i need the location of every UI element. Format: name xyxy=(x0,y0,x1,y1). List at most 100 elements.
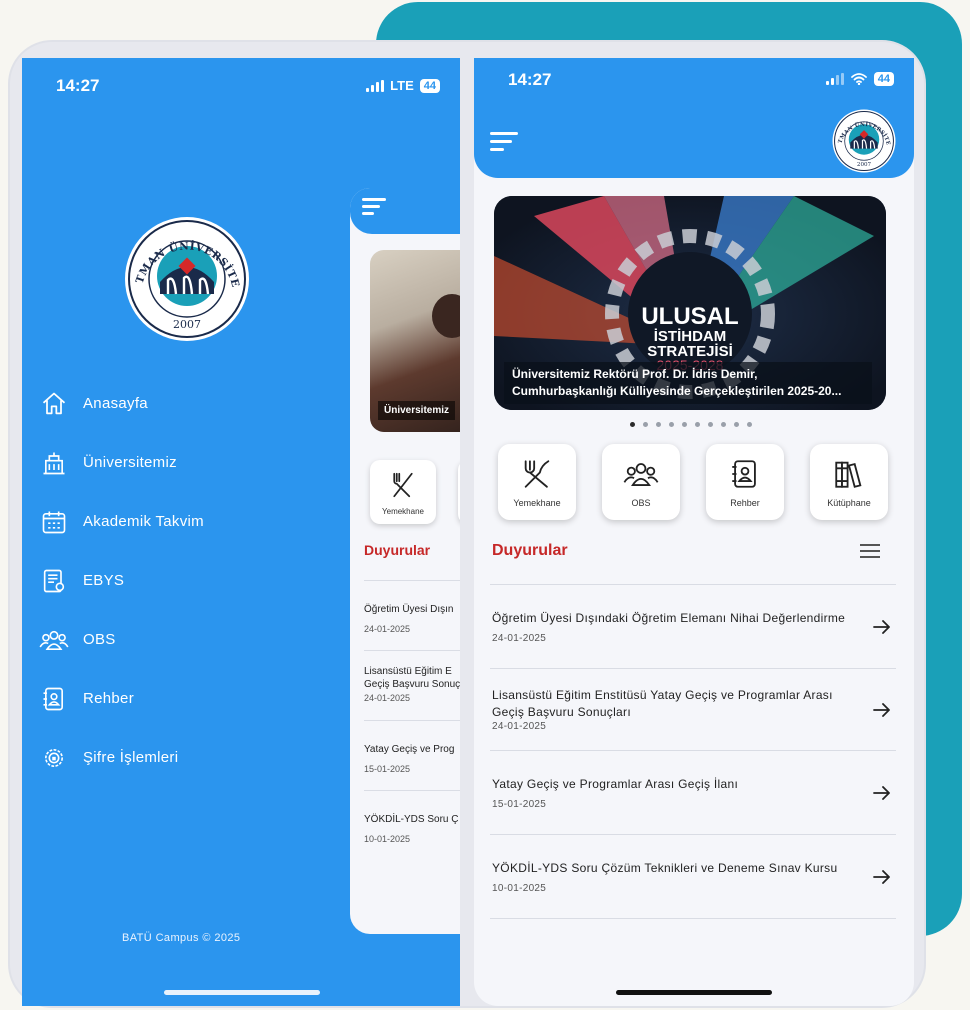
list-item-title: YÖKDİL-YDS Soru Ç xyxy=(364,814,459,825)
carousel-dot[interactable] xyxy=(708,422,713,427)
list-item[interactable]: Öğretim Üyesi Dışındaki Öğretim Elemanı … xyxy=(490,584,896,668)
home-indicator[interactable] xyxy=(164,990,320,995)
background-banner: Üniversitemiz xyxy=(370,250,460,432)
quick-link-rehber[interactable]: Rehber xyxy=(706,444,784,520)
quick-link-yemekhane[interactable]: Yemekhane xyxy=(498,444,576,520)
quick-link-label: OBS xyxy=(631,498,651,508)
drawer-item-label: EBYS xyxy=(83,572,125,589)
list-item-date: 15-01-2025 xyxy=(364,764,411,774)
arrow-right-icon[interactable] xyxy=(872,700,892,720)
background-tile xyxy=(458,460,460,524)
contacts-icon xyxy=(38,683,70,715)
left-phone-screen: 14:27 LTE 44 Üniversitemiz Yemekhane Duy… xyxy=(22,58,460,1006)
announcement-date: 24-01-2025 xyxy=(492,721,547,732)
list-item: YÖKDİL-YDS Soru Ç 10-01-2025 xyxy=(364,790,460,860)
list-item[interactable]: YÖKDİL-YDS Soru Çözüm Teknikleri ve Dene… xyxy=(490,834,896,918)
home-indicator[interactable] xyxy=(616,990,772,995)
announcement-title: Yatay Geçiş ve Programlar Arası Geçiş İl… xyxy=(492,776,739,791)
list-item[interactable]: Yatay Geçiş ve Programlar Arası Geçiş İl… xyxy=(490,750,896,834)
drawer-item-anasayfa[interactable]: Anasayfa xyxy=(38,374,204,433)
home-icon xyxy=(38,388,70,420)
quick-link-label: Kütüphane xyxy=(827,498,871,508)
drawer-item-sifre-islemleri[interactable]: Şifre İşlemleri xyxy=(38,728,204,787)
drawer-item-label: Rehber xyxy=(83,690,134,707)
carousel-dot[interactable] xyxy=(734,422,739,427)
university-logo[interactable]: BATMAN ÜNİVERSİTESİ 2007 xyxy=(832,109,896,173)
status-bar-right: 44 xyxy=(825,72,894,86)
background-banner-caption: Üniversitemiz xyxy=(378,401,456,420)
background-announcement-list: Öğretim Üyesi Dışın 24-01-2025 Lisansüst… xyxy=(364,580,460,860)
background-tile-label: Yemekhane xyxy=(382,507,424,516)
quick-link-kutuphane[interactable]: Kütüphane xyxy=(810,444,888,520)
quick-link-label: Rehber xyxy=(730,498,760,508)
arrow-right-icon[interactable] xyxy=(872,867,892,887)
carousel-dot[interactable] xyxy=(747,422,752,427)
menu-button[interactable] xyxy=(490,132,518,156)
contacts-icon xyxy=(732,460,756,488)
calendar-icon xyxy=(38,506,70,538)
background-page-header xyxy=(350,188,460,234)
svg-text:2007: 2007 xyxy=(857,162,872,168)
carousel-dot[interactable] xyxy=(682,422,687,427)
arrow-right-icon[interactable] xyxy=(872,617,892,637)
list-item: Lisansüstü Eğitim E Geçiş Başvuru Sonuç … xyxy=(364,650,460,720)
carousel-dot[interactable] xyxy=(656,422,661,427)
right-phone-screen: 14:27 44 BATMAN ÜNİVERSİTESİ xyxy=(474,58,914,1006)
drawer-menu: Anasayfa Üniversitemiz Akademik Takvim E… xyxy=(38,374,204,787)
carousel-dot[interactable] xyxy=(630,422,635,427)
carousel-dot[interactable] xyxy=(669,422,674,427)
books-icon xyxy=(835,461,862,488)
gear-icon xyxy=(38,742,70,774)
svg-text:2007: 2007 xyxy=(173,318,201,331)
background-tile-yemekhane: Yemekhane xyxy=(370,460,436,524)
drawer-item-label: Anasayfa xyxy=(83,395,148,412)
document-icon xyxy=(38,565,70,597)
quick-link-label: Yemekhane xyxy=(513,498,561,508)
menu-icon xyxy=(362,198,386,219)
battery-icon: 44 xyxy=(419,78,440,93)
drawer-item-rehber[interactable]: Rehber xyxy=(38,669,204,728)
battery-icon: 44 xyxy=(873,72,894,86)
arrow-right-icon[interactable] xyxy=(872,783,892,803)
drawer-item-label: OBS xyxy=(83,631,116,648)
drawer-item-obs[interactable]: OBS xyxy=(38,610,204,669)
list-item: Yatay Geçiş ve Prog 15-01-2025 xyxy=(364,720,460,790)
signal-icon xyxy=(825,73,844,85)
quick-links: Yemekhane OBS Rehber Kütüphane xyxy=(498,444,888,520)
drawer-item-universitemiz[interactable]: Üniversitemiz xyxy=(38,433,204,492)
wifi-icon xyxy=(850,73,867,85)
announcement-list: Öğretim Üyesi Dışındaki Öğretim Elemanı … xyxy=(490,584,896,919)
drawer-item-label: Şifre İşlemleri xyxy=(83,749,179,766)
announcement-date: 24-01-2025 xyxy=(492,632,547,644)
carousel-dot[interactable] xyxy=(643,422,648,427)
drawer-item-ebys[interactable]: EBYS xyxy=(38,551,204,610)
news-banner[interactable]: ULUSAL İSTİHDAM STRATEJİSİ 2025-2028 Üni… xyxy=(494,196,886,410)
list-item-date: 24-01-2025 xyxy=(364,693,411,703)
background-section-title: Duyurular xyxy=(364,542,431,558)
fork-knife-icon xyxy=(524,460,550,488)
status-bar-right: LTE 44 xyxy=(366,78,440,93)
announcement-date: 15-01-2025 xyxy=(492,798,547,810)
list-divider xyxy=(490,918,896,919)
drawer-item-label: Üniversitemiz xyxy=(83,454,177,471)
list-menu-icon[interactable] xyxy=(860,544,880,562)
building-icon xyxy=(38,447,70,479)
app-header: 14:27 44 BATMAN ÜNİVERSİTESİ xyxy=(474,58,914,178)
list-item[interactable]: Lisansüstü Eğitim Enstitüsü Yatay Geçiş … xyxy=(490,668,896,750)
list-item-title: Yatay Geçiş ve Prog xyxy=(364,744,455,755)
users-icon xyxy=(623,463,659,486)
carousel-dots[interactable] xyxy=(630,422,752,427)
list-item-date: 10-01-2025 xyxy=(364,834,411,844)
list-item: Öğretim Üyesi Dışın 24-01-2025 xyxy=(364,580,460,650)
status-time: 14:27 xyxy=(56,76,100,95)
drawer-item-akademik-takvim[interactable]: Akademik Takvim xyxy=(38,492,204,551)
network-type: LTE xyxy=(390,78,414,93)
list-item-title: Öğretim Üyesi Dışın xyxy=(364,604,454,615)
university-seal-icon: BATMAN ÜNİVERSİTESİ 2007 xyxy=(124,216,249,341)
quick-link-obs[interactable]: OBS xyxy=(602,444,680,520)
carousel-dot[interactable] xyxy=(721,422,726,427)
carousel-dot[interactable] xyxy=(695,422,700,427)
announcements-title: Duyurular xyxy=(492,542,568,559)
background-page[interactable]: Üniversitemiz Yemekhane Duyurular Öğreti… xyxy=(350,188,460,934)
drawer-footer: BATÜ Campus © 2025 xyxy=(122,932,241,944)
